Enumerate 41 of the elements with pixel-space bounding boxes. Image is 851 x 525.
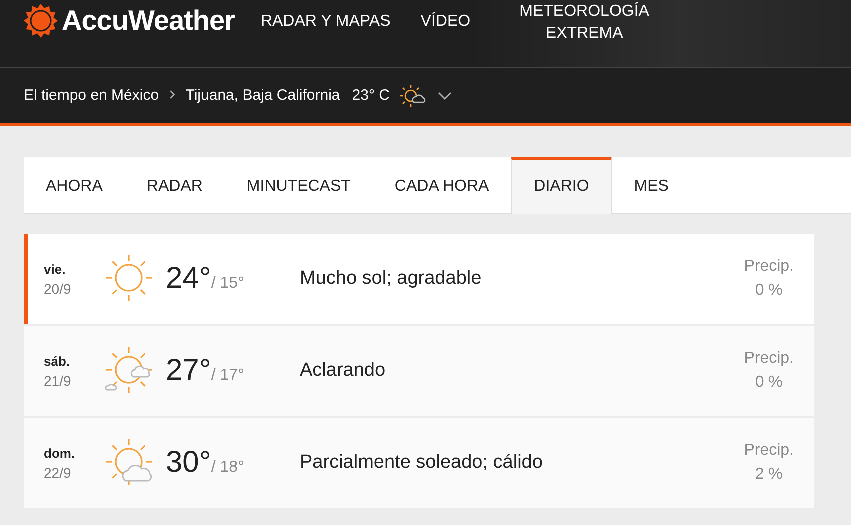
current-temperature: 23° C	[352, 87, 390, 104]
tab[interactable]: RADAR	[124, 157, 225, 213]
forecast-card[interactable]: dom. 22/9 30°/ 18° Parcialmente soleado; cálido Precip. 2 %	[24, 418, 814, 508]
day-date: 20/9	[44, 280, 72, 296]
tab[interactable]: MINUTECAST	[224, 157, 373, 213]
low-temperature: / 17°	[211, 367, 244, 385]
tab[interactable]: CADA HORA	[372, 157, 512, 213]
low-temperature: / 18°	[211, 459, 244, 477]
high-temperature: 30°	[166, 446, 212, 480]
day-name: dom.	[44, 446, 76, 460]
precip-label: Precip.	[744, 258, 794, 276]
sun-cloud-icon	[400, 84, 428, 108]
chevron-down-icon[interactable]	[438, 92, 452, 100]
forecast-card[interactable]: vie. 20/9 24°/ 15° Mucho sol; agradable Precip. 0 %	[24, 234, 814, 324]
precip-value: 0 %	[755, 282, 783, 300]
tab[interactable]: MES	[612, 157, 691, 213]
forecast-phrase: Parcialmente soleado; cálido	[300, 452, 544, 474]
tab[interactable]: DIARIO	[511, 157, 612, 214]
location-name[interactable]: Tijuana, Baja California	[186, 87, 340, 104]
nav-link[interactable]: METEOROLOGÍA EXTREMA	[514, 0, 655, 44]
logo-text[interactable]: AccuWeather	[62, 4, 235, 36]
day-name: sáb.	[44, 354, 72, 368]
high-temperature: 24°	[166, 262, 212, 296]
country-link[interactable]: El tiempo en México	[24, 87, 160, 104]
forecast-card[interactable]: sáb. 21/9 27°/ 17° Aclarando Precip. 0 %	[24, 326, 814, 416]
day-date: 22/9	[44, 464, 72, 480]
breadcrumb-separator: ›	[169, 82, 176, 106]
sun-logo-icon	[24, 4, 58, 38]
precip-label: Precip.	[744, 442, 794, 460]
precip-label: Precip.	[744, 350, 794, 368]
nav-link[interactable]: VÍDEO	[420, 12, 471, 30]
precip-value: 2 %	[755, 466, 783, 484]
forecast-phrase: Mucho sol; agradable	[300, 268, 483, 290]
tab[interactable]: AHORA	[24, 157, 125, 213]
day-name: vie.	[44, 262, 67, 276]
precip-value: 0 %	[755, 374, 783, 392]
nav-link[interactable]: RADAR Y MAPAS	[260, 12, 391, 30]
day-date: 21/9	[44, 372, 72, 388]
high-temperature: 27°	[166, 354, 212, 388]
forecast-phrase: Aclarando	[300, 360, 387, 382]
low-temperature: / 15°	[211, 275, 244, 293]
